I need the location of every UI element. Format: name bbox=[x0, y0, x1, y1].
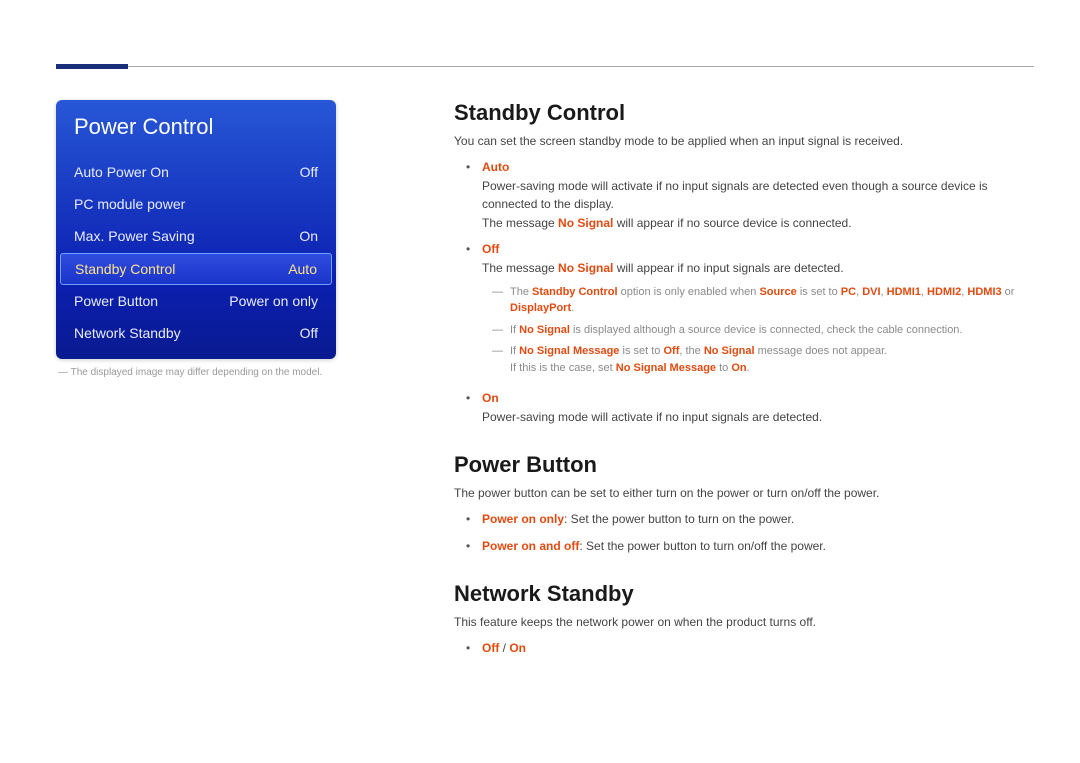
option-off-title: Off bbox=[482, 242, 499, 256]
network-standby-options-list: Off / On bbox=[454, 639, 1034, 658]
option-power-on-and-off: Power on and off: Set the power button t… bbox=[470, 537, 1034, 556]
heading-power-button: Power Button bbox=[454, 452, 1034, 478]
menu-item-label: Auto Power On bbox=[74, 163, 169, 181]
menu-item-label: Network Standby bbox=[74, 324, 181, 342]
off-note-3: If No Signal Message is set to Off, the … bbox=[492, 343, 1034, 381]
top-rule bbox=[56, 66, 1034, 67]
menu-item-value: Auto bbox=[288, 260, 317, 278]
menu-item-value: On bbox=[299, 227, 318, 245]
option-on-title: On bbox=[482, 391, 499, 405]
standby-options-list: Auto Power-saving mode will activate if … bbox=[454, 158, 1034, 426]
menu-item-value: Off bbox=[300, 163, 318, 181]
option-off: Off The message No Signal will appear if… bbox=[470, 240, 1034, 381]
option-on: On Power-saving mode will activate if no… bbox=[470, 389, 1034, 426]
menu-item-value: Off bbox=[300, 324, 318, 342]
top-rule-accent bbox=[56, 64, 128, 69]
menu-item-label: Max. Power Saving bbox=[74, 227, 195, 245]
off-note-2: If No Signal is displayed although a sou… bbox=[492, 322, 1034, 344]
menu-item-pc-module-power[interactable]: PC module power bbox=[56, 188, 336, 220]
menu-item-max-power-saving[interactable]: Max. Power Saving On bbox=[56, 220, 336, 252]
heading-network-standby: Network Standby bbox=[454, 581, 1034, 607]
menu-item-label: Power Button bbox=[74, 292, 158, 310]
left-column: Power Control Auto Power On Off PC modul… bbox=[56, 100, 336, 378]
menu-item-label: PC module power bbox=[74, 195, 185, 213]
heading-standby-control: Standby Control bbox=[454, 100, 1034, 126]
menu-item-auto-power-on[interactable]: Auto Power On Off bbox=[56, 156, 336, 188]
option-auto: Auto Power-saving mode will activate if … bbox=[470, 158, 1034, 232]
menu-item-standby-control-selected[interactable]: Standby Control Auto bbox=[60, 253, 332, 285]
off-note-1: The Standby Control option is only enabl… bbox=[492, 284, 1034, 322]
menu-item-network-standby[interactable]: Network Standby Off bbox=[56, 317, 336, 349]
osd-menu-title: Power Control bbox=[56, 100, 336, 150]
intro-power-button: The power button can be set to either tu… bbox=[454, 486, 1034, 500]
option-auto-title: Auto bbox=[482, 160, 509, 174]
option-power-on-only: Power on only: Set the power button to t… bbox=[470, 510, 1034, 529]
menu-item-value: Power on only bbox=[229, 292, 318, 310]
menu-item-power-button[interactable]: Power Button Power on only bbox=[56, 285, 336, 317]
panel-disclaimer: ― The displayed image may differ dependi… bbox=[56, 367, 336, 378]
menu-item-label: Standby Control bbox=[75, 260, 175, 278]
intro-network-standby: This feature keeps the network power on … bbox=[454, 615, 1034, 629]
power-button-options-list: Power on only: Set the power button to t… bbox=[454, 510, 1034, 555]
option-off-on: Off / On bbox=[470, 639, 1034, 658]
osd-menu-panel: Power Control Auto Power On Off PC modul… bbox=[56, 100, 336, 359]
right-column: Standby Control You can set the screen s… bbox=[454, 100, 1034, 676]
intro-standby-control: You can set the screen standby mode to b… bbox=[454, 134, 1034, 148]
